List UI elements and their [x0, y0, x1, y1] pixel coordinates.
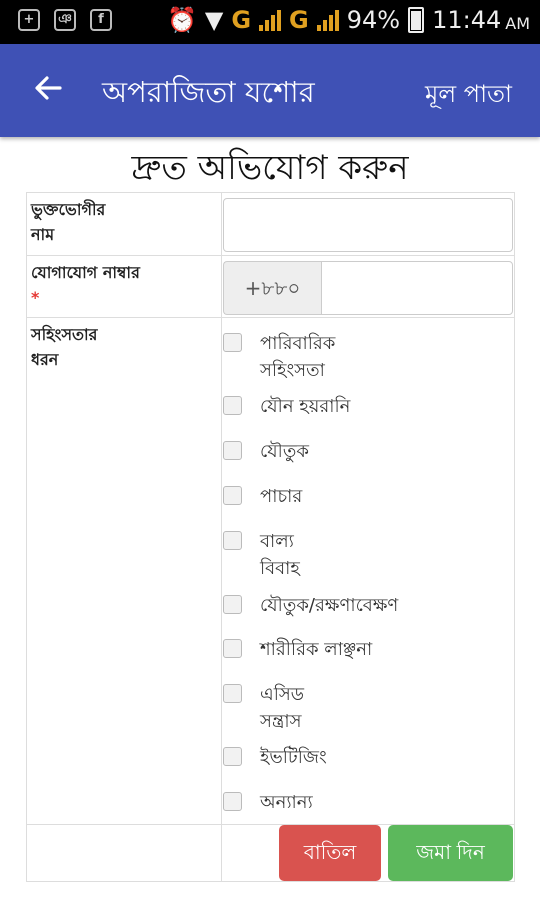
required-mark: *	[31, 288, 40, 307]
phone-number-input[interactable]	[321, 261, 513, 315]
alarm-icon: ⏰	[166, 6, 197, 34]
contact-number-row: যোগাযোগ নাম্বার * +৮৮০	[27, 256, 514, 318]
violence-option-dowry[interactable]: যৌতুক	[223, 438, 309, 465]
violence-option-other[interactable]: অন্যান্য	[223, 789, 313, 816]
checkbox[interactable]	[223, 792, 242, 811]
network-type-1: G	[231, 6, 252, 34]
victim-name-label-line1: ভুক্তভোগীর	[31, 200, 106, 219]
app-bar: অপরাজিতা যশোর মূল পাতা	[0, 44, 540, 137]
option-label: পাচার	[260, 486, 303, 507]
option-label: এসিড সন্ত্রাস	[260, 684, 304, 732]
signal-bars-2-icon	[316, 9, 339, 31]
victim-name-input[interactable]	[223, 198, 513, 252]
violence-type-row: সহিংসতার ধরন পারিবারিক সহিংসতা যৌন হয়রান…	[27, 318, 514, 825]
checkbox[interactable]	[223, 595, 242, 614]
victim-name-label-line2: নাম	[31, 225, 55, 244]
complaint-form: ভুক্তভোগীর নাম যোগাযোগ নাম্বার * +৮৮০ সহ…	[26, 192, 515, 882]
option-label: অন্যান্য	[260, 792, 313, 813]
plus-notification-icon: +	[18, 9, 40, 31]
violence-option-physical-assault[interactable]: শারীরিক লাঞ্ছনা	[223, 636, 372, 663]
checkbox[interactable]	[223, 684, 242, 703]
checkbox[interactable]	[223, 639, 242, 658]
violence-option-family[interactable]: পারিবারিক সহিংসতা	[223, 330, 335, 384]
option-label: যৌতুক	[260, 441, 309, 462]
checkbox[interactable]	[223, 531, 242, 550]
checkbox[interactable]	[223, 333, 242, 352]
violence-type-label-line1: সহিংসতার	[31, 325, 98, 344]
victim-name-label: ভুক্তভোগীর নাম	[31, 197, 181, 247]
violence-type-label-line2: ধরন	[31, 350, 59, 369]
option-label: যৌন হয়রানি	[260, 396, 351, 417]
facebook-icon: f	[90, 9, 112, 31]
signal-bars-1-icon	[259, 9, 282, 31]
submit-button[interactable]: জমা দিন	[388, 825, 513, 881]
clock-ampm: AM	[505, 13, 530, 33]
back-arrow-icon[interactable]	[30, 70, 66, 106]
option-label: যৌতুক/রক্ষণাবেক্ষণ	[260, 595, 399, 616]
option-label: ইভটিজিং	[260, 747, 327, 768]
app-title: অপরাজিতা যশোর	[102, 75, 315, 109]
violence-option-acid-attack[interactable]: এসিড সন্ত্রাস	[223, 681, 304, 735]
violence-option-trafficking[interactable]: পাচার	[223, 483, 302, 510]
checkbox[interactable]	[223, 486, 242, 505]
cancel-button[interactable]: বাতিল	[279, 825, 381, 881]
home-link[interactable]: মূল পাতা	[425, 76, 512, 116]
option-label: পারিবারিক সহিংসতা	[260, 333, 336, 381]
contact-number-label: যোগাযোগ নাম্বার *	[31, 260, 181, 310]
option-label: বাল্য বিবাহ	[260, 531, 300, 579]
violence-option-dowry-maintenance[interactable]: যৌতুক/রক্ষণাবেক্ষণ	[223, 592, 398, 619]
clock-time: 11:44	[432, 6, 502, 34]
form-title: দ্রুত অভিযোগ করুন	[131, 148, 409, 188]
contact-number-label-text: যোগাযোগ নাম্বার	[31, 263, 140, 282]
country-code-addon: +৮৮০	[223, 261, 321, 315]
battery-percent: 94%	[346, 6, 401, 34]
status-bar: + ঞ f ⏰ ▼ G G 94% 11:44 AM	[0, 0, 540, 44]
wifi-icon: ▼	[204, 6, 224, 34]
violence-option-eve-teasing[interactable]: ইভটিজিং	[223, 744, 327, 771]
battery-icon	[408, 7, 425, 33]
network-type-2: G	[289, 6, 309, 34]
app-notification-icon: ঞ	[54, 9, 76, 31]
checkbox[interactable]	[223, 747, 242, 766]
violence-type-label: সহিংসতার ধরন	[31, 322, 181, 372]
checkbox[interactable]	[223, 441, 242, 460]
victim-name-row: ভুক্তভোগীর নাম	[27, 193, 514, 256]
option-label: শারীরিক লাঞ্ছনা	[260, 639, 373, 660]
violence-option-sexual-harassment[interactable]: যৌন হয়রানি	[223, 393, 350, 420]
checkbox[interactable]	[223, 396, 242, 415]
violence-option-child-marriage[interactable]: বাল্য বিবাহ	[223, 528, 300, 582]
